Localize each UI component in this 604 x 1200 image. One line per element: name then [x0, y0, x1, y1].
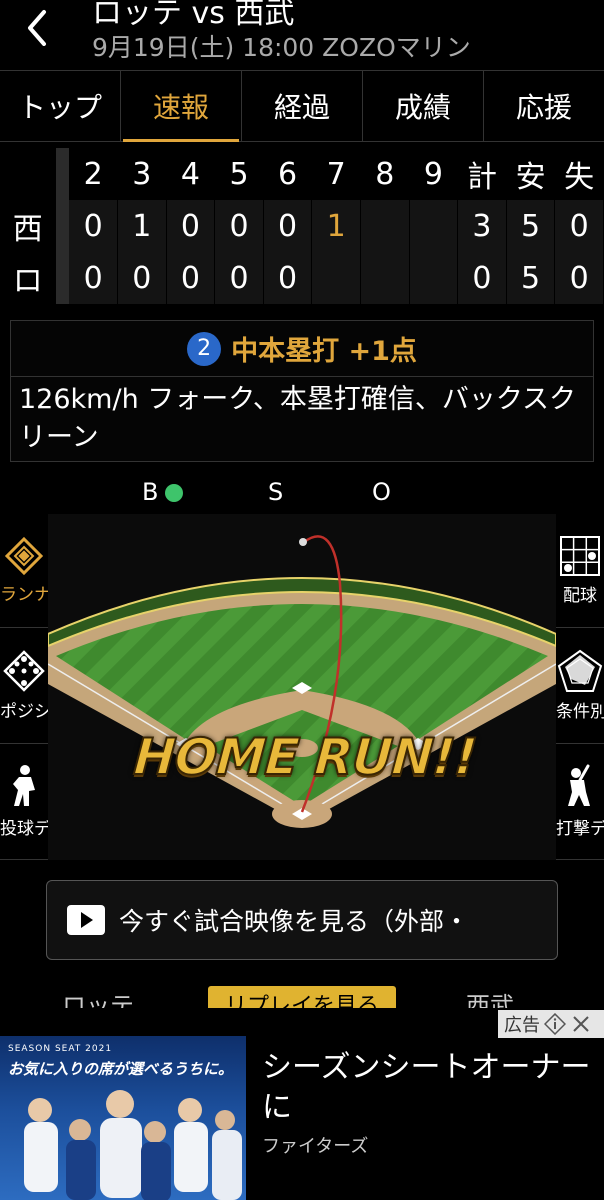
team-label: ロ [12, 264, 43, 299]
pitch-location-label: 配球 [563, 586, 597, 606]
inning-header: 6 [278, 156, 298, 192]
score-row-seibu: 西 0 1 0 0 0 1 3 5 0 [0, 200, 604, 252]
hits-cell: 5 [506, 200, 555, 252]
runner-view-button[interactable]: ランナー [0, 514, 48, 628]
inning-header: 7 [326, 156, 346, 192]
tab-bar: トップ 速報 経過 成績 応援 [0, 70, 604, 142]
total-header: 計 [466, 160, 497, 195]
ball-count-dot [165, 484, 183, 502]
scoreboard: 2 3 4 5 6 7 8 9 計 安 失 西 0 1 0 0 0 1 3 5 … [0, 148, 604, 304]
ad-players-illustration [24, 1090, 242, 1200]
errors-cell: 0 [555, 200, 603, 252]
batting-data-button[interactable]: 打撃データ [556, 744, 604, 860]
score-cell: 0 [118, 252, 166, 304]
scoreboard-header: 2 3 4 5 6 7 8 9 計 安 失 [0, 148, 604, 200]
batting-data-label: 打撃データ [556, 819, 604, 839]
score-cell: 0 [166, 200, 215, 252]
conditional-stats-label: 条件別成績 [556, 702, 604, 722]
ad-title[interactable]: シーズンシートオーナーに [262, 1048, 592, 1128]
pitcher-icon [13, 765, 35, 806]
hits-cell: 5 [506, 252, 555, 304]
score-cell [360, 252, 409, 304]
batter-number-badge: 2 [187, 331, 222, 366]
team-label: 西 [12, 212, 43, 247]
tab-cheer[interactable]: 応援 [484, 71, 604, 141]
back-chevron-icon[interactable] [18, 6, 58, 46]
hits-header: 安 [515, 160, 546, 195]
pitch-grid-icon [560, 536, 600, 576]
watch-video-button[interactable]: 今すぐ試合映像を見る（外部・ [46, 880, 558, 960]
baseball-field: HOME RUN!! [48, 514, 556, 860]
pitch-location-button[interactable]: 配球 [556, 514, 604, 628]
conditional-stats-button[interactable]: 条件別成績 [556, 628, 604, 744]
ad-image-caption: SEASON SEAT 2021 [8, 1044, 113, 1054]
score-cell: 1 [118, 200, 166, 252]
score-cell-current: 1 [312, 200, 360, 252]
ad-info-icon[interactable] [544, 1013, 566, 1035]
play-icon [67, 905, 105, 935]
tab-progress[interactable]: 経過 [242, 71, 363, 141]
score-row-lotte: ロ 0 0 0 0 0 0 5 0 [0, 252, 604, 304]
ad-tag-label: 広告 [504, 1015, 540, 1036]
score-cell: 0 [215, 252, 263, 304]
position-view-button[interactable]: ポジション [0, 628, 48, 744]
radar-chart-icon [557, 649, 603, 692]
score-cell: 0 [263, 252, 312, 304]
inning-header: 8 [375, 156, 395, 192]
position-view-label: ポジション [0, 702, 48, 722]
close-icon[interactable] [570, 1013, 592, 1035]
tab-stats[interactable]: 成績 [363, 71, 484, 141]
tab-top[interactable]: トップ [0, 71, 121, 141]
replay-button[interactable]: リプレイを見る [208, 986, 396, 1010]
strip-team-right[interactable]: 西武 [466, 986, 514, 1010]
score-cell: 0 [263, 200, 312, 252]
team-tab-strip: ロッテ リプレイを見る 西武 [0, 982, 604, 1010]
ad-tag[interactable]: 広告 [498, 1010, 604, 1038]
out-label: O [372, 478, 391, 506]
ad-banner[interactable]: 広告 SEASON SEAT 2021 お気に入りの席が選べるうちに。 シーズン… [0, 1008, 604, 1200]
ball-landing-marker [299, 538, 307, 546]
header: ロッテ vs 西武 9月19日(土) 18:00 ZOZOマリン [0, 0, 604, 70]
errors-cell: 0 [555, 252, 603, 304]
score-cell: 0 [69, 200, 118, 252]
strike-label: S [268, 478, 284, 506]
tab-live[interactable]: 速報 [121, 71, 242, 142]
ad-image[interactable]: SEASON SEAT 2021 お気に入りの席が選べるうちに。 [0, 1036, 246, 1200]
score-cell [360, 200, 409, 252]
game-subtitle: 9月19日(土) 18:00 ZOZOマリン [92, 33, 471, 62]
total-cell: 0 [458, 252, 506, 304]
score-cell: 0 [69, 252, 118, 304]
inning-header: 9 [423, 156, 443, 192]
play-header: 2 中本塁打 +1点 [11, 321, 593, 377]
inning-header: 3 [132, 156, 152, 192]
pitch-data-button[interactable]: 投球データ [0, 744, 48, 860]
inning-header: 4 [180, 156, 200, 192]
strip-team-left[interactable]: ロッテ [62, 986, 134, 1010]
position-icon [3, 650, 45, 692]
play-description: 126km/h フォーク、本塁打確信、バックスクリーン [19, 384, 577, 453]
play-card: 2 中本塁打 +1点 126km/h フォーク、本塁打確信、バックスクリーン [10, 320, 594, 462]
play-title: 中本塁打 +1点 [231, 336, 417, 367]
watch-video-label: 今すぐ試合映像を見る（外部・ [119, 907, 470, 936]
home-run-overlay: HOME RUN!! [131, 727, 479, 787]
score-cell: 0 [166, 252, 215, 304]
inning-header: 5 [229, 156, 249, 192]
ad-image-headline: お気に入りの席が選べるうちに。 [8, 1060, 234, 1078]
errors-header: 失 [564, 160, 595, 195]
score-cell: 0 [215, 200, 263, 252]
runner-view-label: ランナー [0, 585, 48, 605]
score-cell [409, 200, 458, 252]
score-cell [409, 252, 458, 304]
ad-sponsor: ファイターズ [262, 1136, 369, 1157]
pitch-data-label: 投球データ [0, 819, 48, 839]
batter-icon [568, 764, 590, 806]
score-cell [312, 252, 360, 304]
ball-label: B [142, 478, 159, 506]
total-cell: 3 [458, 200, 506, 252]
diamond-runner-icon [4, 536, 44, 576]
inning-header: 2 [83, 156, 103, 192]
